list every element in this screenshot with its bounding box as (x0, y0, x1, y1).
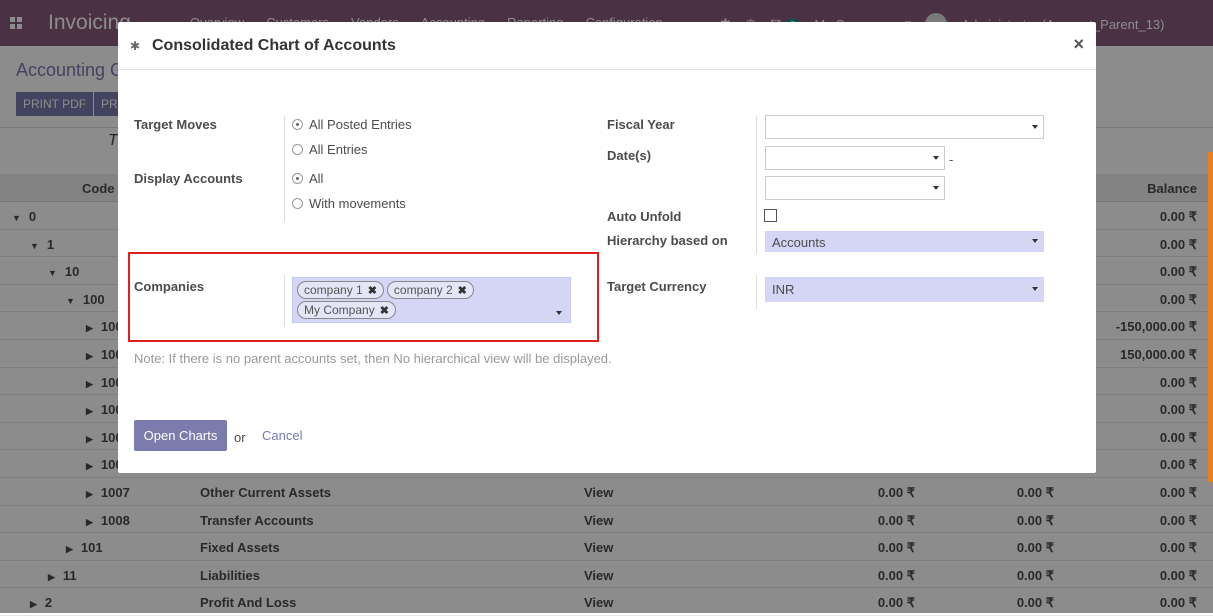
display-accounts-label: Display Accounts (134, 171, 243, 186)
target-currency-select[interactable]: INR (765, 277, 1044, 302)
target-currency-label: Target Currency (607, 279, 707, 294)
cancel-link[interactable]: Cancel (262, 428, 302, 443)
chevron-down-icon (933, 186, 939, 190)
date-separator: - (949, 152, 954, 167)
radio-label: All (309, 171, 324, 186)
dialog-header: ✱ Consolidated Chart of Accounts × (118, 22, 1096, 70)
highlight-box (128, 252, 599, 342)
hierarchy-value: Accounts (772, 235, 826, 250)
radio-unselected-icon[interactable] (292, 144, 303, 155)
divider (756, 275, 757, 309)
radio-with-movements[interactable]: With movements (292, 196, 406, 211)
fiscal-year-label: Fiscal Year (607, 117, 675, 132)
chevron-down-icon (933, 156, 939, 160)
divider (756, 116, 757, 254)
fiscal-year-select[interactable] (765, 115, 1044, 139)
radio-label: All Posted Entries (309, 117, 412, 132)
date-to-field[interactable] (765, 176, 945, 200)
dialog-title: Consolidated Chart of Accounts (152, 37, 396, 54)
chevron-down-icon (1032, 239, 1038, 243)
hierarchy-note: Note: If there is no parent accounts set… (134, 351, 612, 366)
auto-unfold-checkbox[interactable] (764, 209, 777, 222)
or-text: or (234, 430, 246, 445)
bug-icon: ✱ (130, 39, 141, 53)
target-moves-label: Target Moves (134, 117, 217, 132)
radio-display-all[interactable]: All (292, 171, 323, 186)
date-from-field[interactable] (765, 146, 945, 170)
hierarchy-select[interactable]: Accounts (765, 231, 1044, 252)
radio-unselected-icon[interactable] (292, 198, 303, 209)
divider (284, 116, 285, 222)
radio-selected-icon[interactable] (292, 173, 303, 184)
scrollbar[interactable] (1208, 152, 1213, 482)
open-charts-button[interactable]: Open Charts (134, 420, 227, 451)
currency-value: INR (772, 282, 795, 297)
dates-label: Date(s) (607, 148, 652, 163)
radio-label: With movements (309, 196, 406, 211)
radio-label: All Entries (309, 142, 368, 157)
radio-all-entries[interactable]: All Entries (292, 142, 368, 157)
close-icon[interactable]: × (1073, 34, 1084, 55)
chevron-down-icon (1032, 287, 1038, 291)
auto-unfold-label: Auto Unfold (607, 209, 682, 224)
hierarchy-label: Hierarchy based on (607, 233, 728, 248)
radio-selected-icon[interactable] (292, 119, 303, 130)
chevron-down-icon (1032, 125, 1038, 129)
radio-all-posted-entries[interactable]: All Posted Entries (292, 117, 412, 132)
